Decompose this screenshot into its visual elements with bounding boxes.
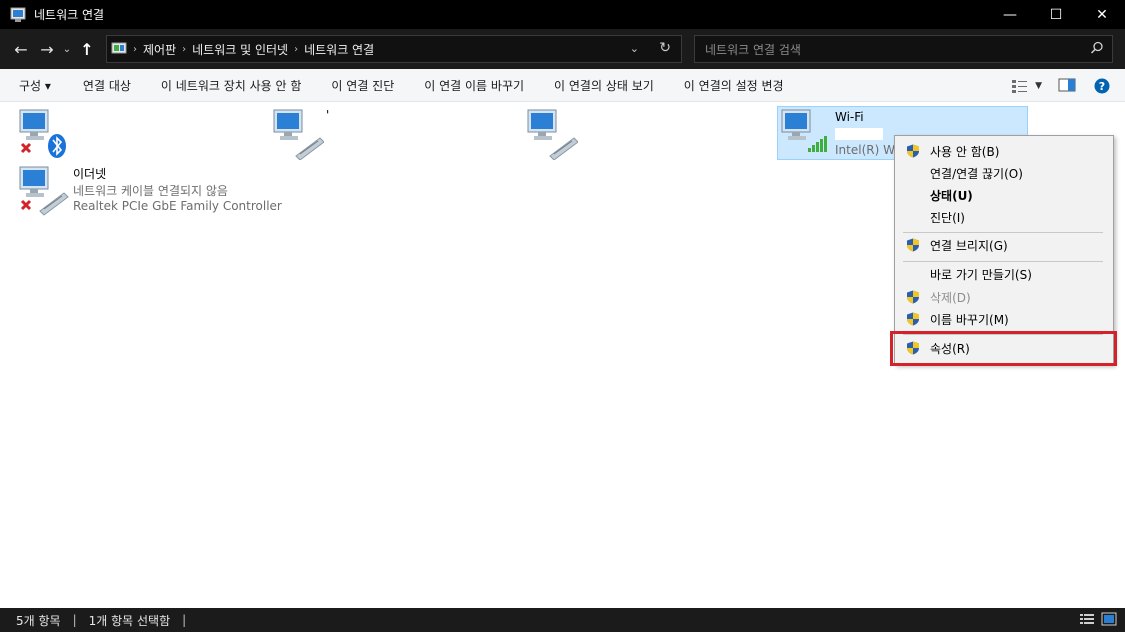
menu-item-rename[interactable]: 이름 바꾸기(M) <box>895 308 1113 330</box>
change-settings-button[interactable]: 이 연결의 설정 변경 <box>684 77 784 94</box>
rename-connection-button[interactable]: 이 연결 이름 바꾸기 <box>424 77 524 94</box>
network-adapter-icon <box>526 108 579 161</box>
menu-item-connect-disconnect[interactable]: 연결/연결 끊기(O) <box>895 162 1113 184</box>
menu-label: 연결/연결 끊기(O) <box>930 166 1023 181</box>
address-field[interactable]: › 제어판 › 네트워크 및 인터넷 › 네트워크 연결 ⌄ ↻ <box>106 35 682 63</box>
menu-item-diagnose[interactable]: 진단(I) <box>895 206 1113 228</box>
disable-device-button[interactable]: 이 네트워크 장치 사용 안 함 <box>161 77 302 94</box>
recent-locations-chevron-icon[interactable]: ⌄ <box>60 44 74 55</box>
properties-highlight-box <box>890 331 1117 366</box>
large-icons-view-icon[interactable] <box>1101 612 1117 626</box>
bluetooth-network-icon <box>18 108 70 160</box>
menu-label: 진단(I) <box>930 210 965 225</box>
menu-item-create-shortcut[interactable]: 바로 가기 만들기(S) <box>895 263 1113 285</box>
menu-separator <box>903 261 1103 262</box>
control-panel-icon <box>111 41 127 57</box>
menu-label: 상태(U) <box>930 188 973 203</box>
forward-arrow-icon[interactable]: → <box>34 40 60 59</box>
breadcrumb-separator-icon: › <box>133 43 137 55</box>
menu-item-delete[interactable]: 삭제(D) <box>895 286 1113 308</box>
network-connections-icon <box>10 7 26 23</box>
uac-shield-icon <box>906 290 920 304</box>
menu-label: 바로 가기 만들기(S) <box>930 267 1032 282</box>
address-bar: ← → ⌄ ↑ › 제어판 › 네트워크 및 인터넷 › 네트워크 연결 ⌄ ↻… <box>0 29 1125 69</box>
search-input[interactable]: 네트워크 연결 검색 <box>694 35 1113 63</box>
status-separator: | <box>72 613 77 627</box>
ethernet-network-icon <box>18 165 70 217</box>
view-dropdown-chevron-icon[interactable]: ▼ <box>1035 81 1042 91</box>
back-arrow-icon[interactable]: ← <box>8 40 34 59</box>
command-toolbar: 구성 ▾ 연결 대상 이 네트워크 장치 사용 안 함 이 연결 진단 이 연결… <box>0 69 1125 102</box>
uac-shield-icon <box>906 238 920 252</box>
wifi-ssid-redacted <box>835 128 883 140</box>
menu-label: 연결 브리지(G) <box>930 238 1008 253</box>
status-separator: | <box>182 613 187 627</box>
preview-pane-icon[interactable] <box>1058 78 1076 94</box>
connect-to-button[interactable]: 연결 대상 <box>83 77 131 94</box>
title-bar: 네트워크 연결 — ☐ ✕ <box>0 0 1125 29</box>
details-view-icon[interactable] <box>1079 612 1095 626</box>
wifi-network-icon <box>780 108 832 160</box>
menu-label: 사용 안 함(B) <box>930 144 1000 159</box>
minimize-button[interactable]: — <box>987 0 1033 29</box>
item-count: 5개 항목 <box>16 613 61 628</box>
breadcrumb-network-connections[interactable]: 네트워크 연결 <box>304 41 374 58</box>
menu-separator <box>903 232 1103 233</box>
ethernet-status: 네트워크 케이블 연결되지 않음 <box>73 184 228 198</box>
breadcrumb-network-internet[interactable]: 네트워크 및 인터넷 <box>192 41 288 58</box>
window-title: 네트워크 연결 <box>34 8 105 22</box>
diagnose-connection-button[interactable]: 이 연결 진단 <box>331 77 394 94</box>
close-button[interactable]: ✕ <box>1079 0 1125 29</box>
wifi-connection-name: Wi-Fi <box>835 110 864 124</box>
breadcrumb-separator-icon: › <box>182 43 187 55</box>
uac-shield-icon <box>906 144 920 158</box>
view-status-button[interactable]: 이 연결의 상태 보기 <box>554 77 654 94</box>
help-icon[interactable]: ? <box>1094 78 1110 94</box>
selected-count: 1개 항목 선택함 <box>88 613 171 628</box>
menu-label: 이름 바꾸기(M) <box>930 312 1009 327</box>
breadcrumb-control-panel[interactable]: 제어판 <box>143 41 176 58</box>
organize-menu-button[interactable]: 구성 ▾ <box>19 77 51 94</box>
menu-item-disable[interactable]: 사용 안 함(B) <box>895 140 1113 162</box>
menu-item-bridge[interactable]: 연결 브리지(G) <box>895 234 1113 256</box>
connection-name: ' <box>326 108 330 122</box>
menu-item-status[interactable]: 상태(U) <box>895 184 1113 206</box>
search-placeholder: 네트워크 연결 검색 <box>705 42 801 57</box>
svg-text:?: ? <box>1099 80 1105 93</box>
uac-shield-icon <box>906 312 920 326</box>
breadcrumb-separator-icon: › <box>294 43 299 55</box>
menu-label: 삭제(D) <box>930 290 971 305</box>
ethernet-adapter-name: Realtek PCIe GbE Family Controller <box>73 199 282 213</box>
view-options-icon[interactable] <box>1011 78 1031 94</box>
network-adapter-icon <box>272 108 325 161</box>
up-arrow-icon[interactable]: ↑ <box>74 40 100 59</box>
status-bar: 5개 항목 | 1개 항목 선택함 | <box>0 608 1125 632</box>
maximize-button[interactable]: ☐ <box>1033 0 1079 29</box>
address-dropdown-chevron-icon[interactable]: ⌄ <box>630 42 639 55</box>
ethernet-connection-name: 이더넷 <box>73 167 107 181</box>
wifi-adapter-name: Intel(R) Wir <box>835 143 903 157</box>
search-icon[interactable] <box>1090 41 1104 55</box>
refresh-icon[interactable]: ↻ <box>659 40 671 56</box>
